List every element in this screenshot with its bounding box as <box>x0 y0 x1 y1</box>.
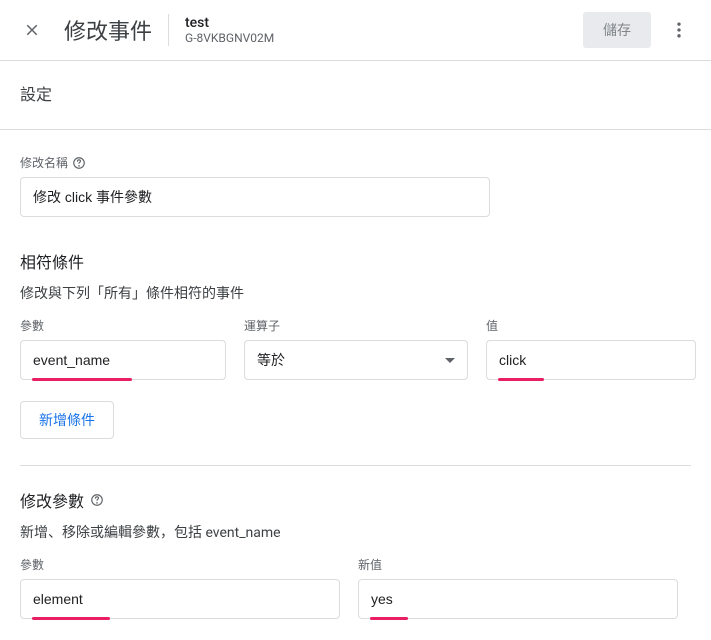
help-icon[interactable] <box>72 156 86 170</box>
condition-row: 參數 運算子 等於 值 <box>20 317 691 381</box>
operator-label: 運算子 <box>244 317 468 334</box>
header: 修改事件 test G-8VKBGNV02M 儲存 <box>0 0 711 61</box>
close-icon[interactable] <box>20 18 44 42</box>
divider <box>20 465 691 466</box>
add-condition-button[interactable]: 新增條件 <box>20 401 114 439</box>
modify-value-field: 新值 <box>358 556 678 620</box>
modify-row: 參數 新值 <box>20 556 691 620</box>
content: 設定 修改名稱 相符條件 修改與下列「所有」條件相符的事件 參數 運算子 等於 <box>0 61 711 640</box>
modify-title: 修改參數 <box>20 488 691 512</box>
value-label: 值 <box>486 317 696 334</box>
more-vert-icon[interactable] <box>667 18 691 42</box>
operator-select-wrapper: 等於 <box>244 340 468 380</box>
divider <box>0 129 711 130</box>
highlight <box>32 617 110 620</box>
page-title: 修改事件 <box>64 14 152 46</box>
save-button[interactable]: 儲存 <box>583 12 651 48</box>
divider <box>168 14 169 46</box>
modify-param-input[interactable] <box>20 579 340 619</box>
modify-description: 新增、移除或編輯參數，包括 event_name <box>20 522 691 542</box>
property-info: test G-8VKBGNV02M <box>185 15 274 45</box>
modify-value-input[interactable] <box>358 579 678 619</box>
conditions-section: 相符條件 修改與下列「所有」條件相符的事件 參數 運算子 等於 <box>20 249 691 439</box>
highlight <box>370 617 408 620</box>
modify-newvalue-label: 新值 <box>358 556 678 573</box>
conditions-description: 修改與下列「所有」條件相符的事件 <box>20 283 691 303</box>
field-label-name: 修改名稱 <box>20 154 691 171</box>
condition-param-input[interactable] <box>20 340 226 380</box>
condition-param-field: 參數 <box>20 317 226 381</box>
help-icon[interactable] <box>90 493 104 507</box>
modify-title-text: 修改參數 <box>20 488 84 512</box>
param-label: 參數 <box>20 317 226 334</box>
modification-name-input[interactable] <box>20 177 490 217</box>
highlight <box>498 378 544 381</box>
section-title-settings: 設定 <box>20 81 691 105</box>
condition-operator-select[interactable]: 等於 <box>244 340 468 380</box>
header-actions: 儲存 <box>583 12 691 48</box>
operator-value: 等於 <box>257 350 285 370</box>
label-text: 修改名稱 <box>20 154 68 171</box>
modify-param-label: 參數 <box>20 556 340 573</box>
highlight <box>32 378 132 381</box>
property-id: G-8VKBGNV02M <box>185 31 274 45</box>
condition-value-input[interactable] <box>486 340 696 380</box>
conditions-title: 相符條件 <box>20 249 691 273</box>
condition-operator-field: 運算子 等於 <box>244 317 468 381</box>
property-name: test <box>185 15 274 31</box>
modify-param-field: 參數 <box>20 556 340 620</box>
modify-section: 修改參數 新增、移除或編輯參數，包括 event_name 參數 新值 <box>20 488 691 620</box>
chevron-down-icon <box>445 352 455 368</box>
condition-value-field: 值 <box>486 317 696 381</box>
